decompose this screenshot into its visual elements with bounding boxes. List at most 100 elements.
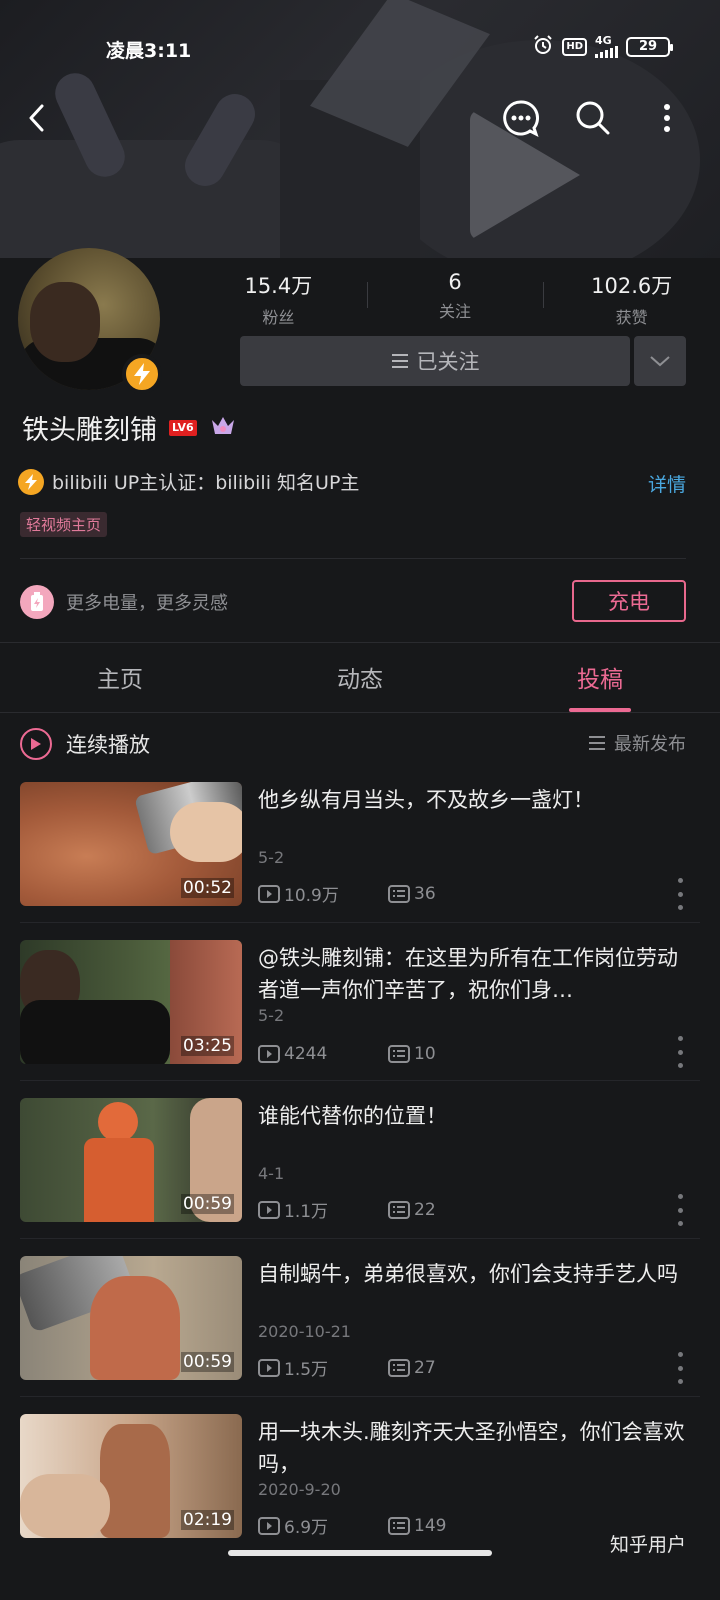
comment-count: 27	[388, 1358, 436, 1378]
play-count-icon	[258, 1045, 280, 1063]
video-title[interactable]: 他乡纵有月当头，不及故乡一盏灯！	[258, 784, 694, 816]
network-type: 4G	[595, 33, 612, 47]
fans-count: 15.4万	[244, 274, 313, 298]
more-options-button[interactable]	[644, 95, 690, 141]
home-indicator[interactable]	[228, 1550, 492, 1556]
video-duration: 03:25	[181, 1036, 234, 1056]
video-meta: 4244 10	[258, 1044, 436, 1064]
tab-dynamic[interactable]: 动态	[240, 650, 480, 714]
comment-count: 149	[388, 1516, 446, 1536]
video-more-icon[interactable]	[674, 878, 686, 910]
vip-crown-icon[interactable]	[209, 414, 237, 442]
watermark: 知乎用户	[609, 1534, 686, 1556]
video-duration: 00:59	[181, 1352, 234, 1372]
video-duration: 00:59	[181, 1194, 234, 1214]
signal-icon	[595, 45, 618, 58]
fans-stat[interactable]: 15.4万 粉丝	[190, 270, 367, 327]
profile-stats: 15.4万 粉丝 6 关注 102.6万 获赞	[190, 270, 720, 327]
video-item[interactable]: 00:52 他乡纵有月当头，不及故乡一盏灯！ 5-2 10.9万 36	[20, 782, 700, 910]
video-item[interactable]: 00:59 自制蜗牛，弟弟很喜欢，你们会支持手艺人吗 2020-10-21 1.…	[20, 1256, 700, 1384]
view-count: 1.1万	[258, 1197, 388, 1222]
video-item[interactable]: 00:59 谁能代替你的位置！ 4-1 1.1万 22	[20, 1098, 700, 1226]
video-more-icon[interactable]	[674, 1352, 686, 1384]
follow-button-label: 已关注	[416, 350, 480, 374]
likes-count: 102.6万	[591, 274, 673, 298]
follow-dropdown-button[interactable]	[634, 336, 686, 386]
divider	[20, 922, 700, 923]
fans-label: 粉丝	[262, 308, 295, 327]
verification-text: bilibili UP主认证：bilibili 知名UP主	[52, 472, 360, 494]
video-meta: 1.1万 22	[258, 1197, 436, 1222]
video-item[interactable]: 03:25 @铁头雕刻铺：在这里为所有在工作岗位劳动者道一声你们辛苦了，祝你们身…	[20, 940, 700, 1068]
comment-icon	[388, 1045, 410, 1063]
divider	[20, 1080, 700, 1081]
comment-count: 36	[388, 884, 436, 904]
play-circle-icon[interactable]	[20, 728, 52, 760]
divider	[20, 1238, 700, 1239]
verified-lightning-icon	[18, 468, 44, 495]
video-thumbnail[interactable]: 00:59	[20, 1256, 242, 1380]
level-badge[interactable]: LV6	[169, 419, 197, 436]
comment-icon	[388, 884, 410, 903]
charge-button[interactable]: 充电	[572, 580, 686, 622]
sort-button[interactable]: 最新发布	[588, 730, 686, 756]
status-time: 凌晨3:11	[106, 40, 192, 62]
divider	[0, 712, 720, 713]
comment-count: 22	[388, 1200, 436, 1220]
video-date: 5-2	[258, 848, 285, 867]
more-vertical-icon	[664, 104, 670, 132]
search-button[interactable]	[570, 95, 616, 141]
back-button[interactable]	[14, 95, 60, 141]
video-thumbnail[interactable]: 03:25	[20, 940, 242, 1064]
following-count: 6	[448, 270, 462, 294]
comment-icon	[388, 1358, 410, 1377]
sort-lines-icon	[589, 736, 605, 750]
video-meta: 10.9万 36	[258, 881, 436, 906]
divider	[20, 1396, 700, 1397]
play-count-icon	[258, 1358, 280, 1377]
play-count-icon	[258, 1200, 280, 1219]
following-stat[interactable]: 6 关注	[366, 270, 544, 326]
likes-label: 获赞	[615, 308, 648, 327]
detail-link[interactable]: 详情	[648, 470, 686, 497]
continuous-play-label[interactable]: 连续播放	[66, 729, 150, 759]
tab-home[interactable]: 主页	[0, 650, 240, 714]
video-item[interactable]: 02:19 用一块木头.雕刻齐天大圣孙悟空，你们会喜欢吗， 2020-9-20 …	[20, 1414, 700, 1538]
view-count: 10.9万	[258, 881, 388, 906]
charge-slogan: 更多电量，更多灵感	[66, 593, 228, 614]
play-count-icon	[258, 884, 280, 903]
hd-badge: HD	[562, 37, 587, 56]
video-duration: 00:52	[181, 878, 234, 898]
video-title[interactable]: @铁头雕刻铺：在这里为所有在工作岗位劳动者道一声你们辛苦了，祝你们身…	[258, 942, 694, 1006]
charge-row: 更多电量，更多灵感 充电	[20, 580, 686, 622]
comment-count: 10	[388, 1044, 436, 1064]
video-date: 2020-10-21	[258, 1322, 351, 1341]
message-button[interactable]	[498, 95, 544, 141]
video-title[interactable]: 自制蜗牛，弟弟很喜欢，你们会支持手艺人吗	[258, 1258, 694, 1290]
username: 铁头雕刻铺	[22, 415, 157, 446]
video-meta: 1.5万 27	[258, 1355, 436, 1380]
view-count: 1.5万	[258, 1355, 388, 1380]
light-video-tag[interactable]: 轻视频主页	[20, 512, 108, 537]
video-meta: 6.9万 149	[258, 1513, 446, 1538]
video-more-icon[interactable]	[674, 1036, 686, 1068]
play-count-icon	[258, 1516, 280, 1535]
comment-icon	[388, 1516, 410, 1535]
following-label: 关注	[439, 302, 472, 321]
likes-stat: 102.6万 获赞	[543, 270, 720, 327]
video-title[interactable]: 用一块木头.雕刻齐天大圣孙悟空，你们会喜欢吗，	[258, 1416, 694, 1480]
video-thumbnail[interactable]: 00:59	[20, 1098, 242, 1222]
battery-indicator: 29	[626, 36, 673, 57]
menu-lines-icon	[391, 354, 408, 368]
video-date: 4-1	[258, 1164, 285, 1183]
username-row: 铁头雕刻铺 LV6	[22, 408, 237, 447]
continuous-play-row: 连续播放 最新发布	[20, 726, 686, 762]
tab-uploads[interactable]: 投稿	[480, 650, 720, 714]
video-thumbnail[interactable]: 00:52	[20, 782, 242, 906]
video-more-icon[interactable]	[674, 1194, 686, 1226]
view-count: 4244	[258, 1044, 388, 1064]
view-count: 6.9万	[258, 1513, 388, 1538]
video-thumbnail[interactable]: 02:19	[20, 1414, 242, 1538]
video-title[interactable]: 谁能代替你的位置！	[258, 1100, 694, 1132]
follow-button[interactable]: 已关注	[240, 336, 630, 386]
